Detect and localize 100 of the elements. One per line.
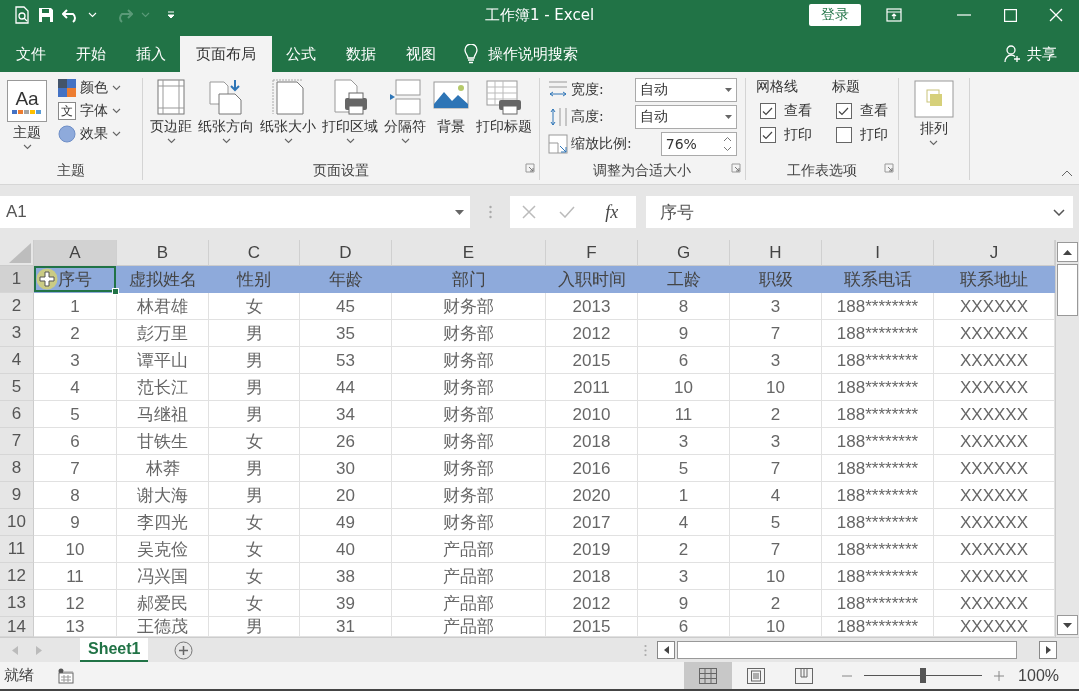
dropdown-arrow-icon[interactable] (724, 115, 732, 119)
zoom-level[interactable]: 100% (1018, 662, 1059, 689)
row-number[interactable]: 13 (0, 590, 34, 617)
ribbon-tab[interactable]: 公式 (270, 36, 332, 72)
row-number[interactable]: 14 (0, 617, 34, 637)
caret-icon[interactable] (400, 138, 410, 144)
checkbox[interactable] (835, 103, 852, 119)
sheet-tab[interactable]: Sheet1 (80, 638, 149, 662)
table-cell: 188******** (822, 536, 934, 563)
save-icon[interactable] (38, 7, 54, 23)
dropdown-field[interactable]: 自动 (634, 105, 737, 129)
macro-record-icon[interactable] (58, 667, 74, 684)
row-number[interactable]: 9 (0, 482, 34, 509)
ribbon-button[interactable]: 排列 (910, 80, 957, 146)
close-icon[interactable] (1049, 8, 1063, 22)
row-number[interactable]: 8 (0, 455, 34, 482)
theme-option-button[interactable]: 颜色 (56, 78, 123, 98)
ribbon-button[interactable]: 打印区域 (319, 78, 381, 144)
checkmark-icon[interactable] (559, 206, 576, 218)
scroll-down-button[interactable] (1057, 615, 1078, 635)
maximize-icon[interactable] (1003, 8, 1017, 22)
spinner-arrows-icon[interactable] (722, 135, 732, 153)
scroll-thumb[interactable] (1057, 264, 1078, 316)
row-number[interactable]: 3 (0, 320, 34, 347)
caret-icon[interactable] (166, 138, 176, 144)
theme-option-button[interactable]: 效果 (56, 124, 123, 144)
column-header[interactable]: A (34, 240, 117, 266)
caret-icon[interactable] (221, 138, 231, 144)
zoom-slider-thumb[interactable] (920, 668, 927, 683)
caret-icon[interactable] (283, 138, 293, 144)
checkbox[interactable] (835, 127, 852, 143)
scroll-thumb[interactable] (677, 641, 1017, 659)
column-header[interactable]: C (209, 240, 300, 266)
row-number[interactable]: 4 (0, 347, 34, 374)
themes-button[interactable]: Aa 主题 (4, 78, 50, 150)
name-box[interactable]: A1 (0, 196, 470, 228)
ribbon-tab[interactable]: 页面布局 (180, 36, 272, 72)
dialog-launcher-icon[interactable] (883, 163, 894, 173)
lightbulb-icon[interactable] (464, 44, 478, 64)
scale-spinner[interactable]: 76% (660, 132, 737, 156)
customize-toolbar-icon[interactable] (166, 10, 176, 20)
ribbon-button[interactable]: 纸张大小 (257, 78, 319, 144)
theme-option-button[interactable]: 文 字体 (56, 101, 123, 121)
tell-me-search[interactable]: 操作说明搜索 (488, 44, 578, 64)
ribbon-tab[interactable]: 文件 (0, 36, 62, 72)
checkbox[interactable] (759, 103, 776, 119)
ribbon-tab[interactable]: 插入 (120, 36, 182, 72)
share-button[interactable]: 共享 (998, 36, 1079, 72)
dropdown-field[interactable]: 自动 (634, 78, 737, 102)
column-header[interactable]: F (546, 240, 638, 266)
ribbon-button[interactable]: 纸张方向 (195, 78, 257, 144)
view-button[interactable] (684, 662, 733, 689)
row-number[interactable]: 10 (0, 509, 34, 536)
row-number[interactable]: 6 (0, 401, 34, 428)
column-header[interactable]: E (392, 240, 546, 266)
column-header[interactable]: J (934, 240, 1055, 266)
insert-function-button[interactable]: fx (599, 200, 625, 224)
column-header[interactable]: B (117, 240, 209, 266)
checkbox[interactable] (759, 127, 776, 143)
row-number[interactable]: 12 (0, 563, 34, 590)
paper-size-icon (269, 78, 307, 116)
dialog-launcher-icon[interactable] (525, 163, 535, 173)
collapse-ribbon-icon[interactable] (1061, 170, 1073, 177)
row-number[interactable]: 7 (0, 428, 34, 455)
fill-handle[interactable] (112, 288, 119, 295)
print-preview-icon[interactable] (14, 6, 30, 24)
row-number[interactable]: 1 (0, 266, 34, 293)
caret-icon[interactable] (112, 85, 121, 91)
row-number[interactable]: 2 (0, 293, 34, 320)
scroll-right-button[interactable] (1039, 641, 1057, 659)
caret-icon[interactable] (22, 144, 32, 150)
scroll-up-button[interactable] (1057, 242, 1078, 262)
caret-icon[interactable] (112, 131, 121, 137)
drag-handle-icon[interactable] (488, 205, 492, 219)
dropdown-arrow-icon[interactable] (455, 209, 464, 215)
caret-icon[interactable] (929, 140, 939, 146)
column-header[interactable]: G (638, 240, 730, 266)
sign-in-button[interactable]: 登录 (809, 4, 861, 26)
ribbon-button[interactable]: 打印标题 (473, 78, 535, 136)
ribbon-tab[interactable]: 视图 (390, 36, 452, 72)
ribbon-button[interactable]: 分隔符 (381, 78, 429, 144)
row-number[interactable]: 5 (0, 374, 34, 401)
ribbon-button[interactable]: 背景 (429, 78, 473, 136)
scroll-left-button[interactable] (657, 641, 675, 659)
dialog-launcher-icon[interactable] (730, 163, 741, 173)
caret-icon[interactable] (345, 138, 355, 144)
expand-chevron-icon[interactable] (1053, 208, 1065, 216)
ribbon-tab[interactable]: 开始 (60, 36, 122, 72)
dropdown-arrow-icon[interactable] (724, 88, 732, 92)
ribbon-display-options-icon[interactable] (886, 8, 902, 22)
drag-handle-icon[interactable] (644, 643, 647, 657)
column-header[interactable]: I (822, 240, 934, 266)
column-header[interactable]: H (730, 240, 822, 266)
ribbon-tab[interactable]: 数据 (330, 36, 392, 72)
caret-icon[interactable] (112, 108, 121, 114)
ribbon-button[interactable]: 页边距 (147, 78, 195, 144)
formula-field[interactable]: 序号 (646, 196, 1073, 228)
column-header[interactable]: D (300, 240, 392, 266)
row-number[interactable]: 11 (0, 536, 34, 563)
add-sheet-icon[interactable] (174, 640, 194, 660)
